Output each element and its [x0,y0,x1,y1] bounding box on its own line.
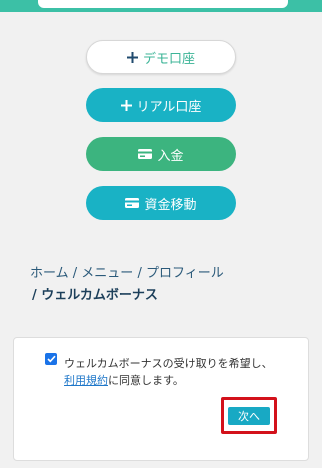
breadcrumb-separator: / [32,288,37,303]
fund-transfer-button[interactable]: 資金移動 [86,186,236,220]
breadcrumb: ホーム / メニュー / プロフィール / ウェルカムボーナス [30,264,300,306]
breadcrumb-separator: / [137,266,142,281]
plus-icon [126,51,138,63]
deposit-button[interactable]: 入金 [86,137,236,171]
deposit-label: 入金 [157,148,184,164]
card-icon [138,149,153,159]
breadcrumb-current: / ウェルカムボーナス [32,286,300,306]
breadcrumb-current-label: ウェルカムボーナス [41,288,158,303]
demo-account-label: デモ口座 [142,51,195,67]
breadcrumb-menu[interactable]: メニュー [81,266,133,281]
consent-text-part1: ウェルカムボーナスの受け取りを希望し、 [64,357,273,370]
consent-card: ウェルカムボーナスの受け取りを希望し、 利用規約に同意します。 次へ [13,337,309,461]
real-account-button[interactable]: リアル口座 [86,88,236,122]
next-button[interactable]: 次へ [228,406,270,425]
card-icon [125,198,140,208]
real-account-label: リアル口座 [136,99,202,115]
check-icon [46,355,56,363]
consent-text: ウェルカムボーナスの受け取りを希望し、 利用規約に同意します。 [64,355,294,389]
demo-account-button[interactable]: デモ口座 [86,40,236,74]
next-button-highlight: 次へ [221,397,277,434]
consent-checkbox[interactable] [45,353,57,365]
top-bar [0,0,322,12]
plus-icon [120,99,132,111]
breadcrumb-profile[interactable]: プロフィール [146,266,224,281]
top-input-field[interactable] [38,0,288,8]
breadcrumb-separator: / [72,266,78,281]
consent-text-part2: に同意します。 [108,374,184,387]
breadcrumb-home[interactable]: ホーム [30,266,69,281]
terms-link[interactable]: 利用規約 [64,374,108,387]
fund-transfer-label: 資金移動 [144,197,197,213]
